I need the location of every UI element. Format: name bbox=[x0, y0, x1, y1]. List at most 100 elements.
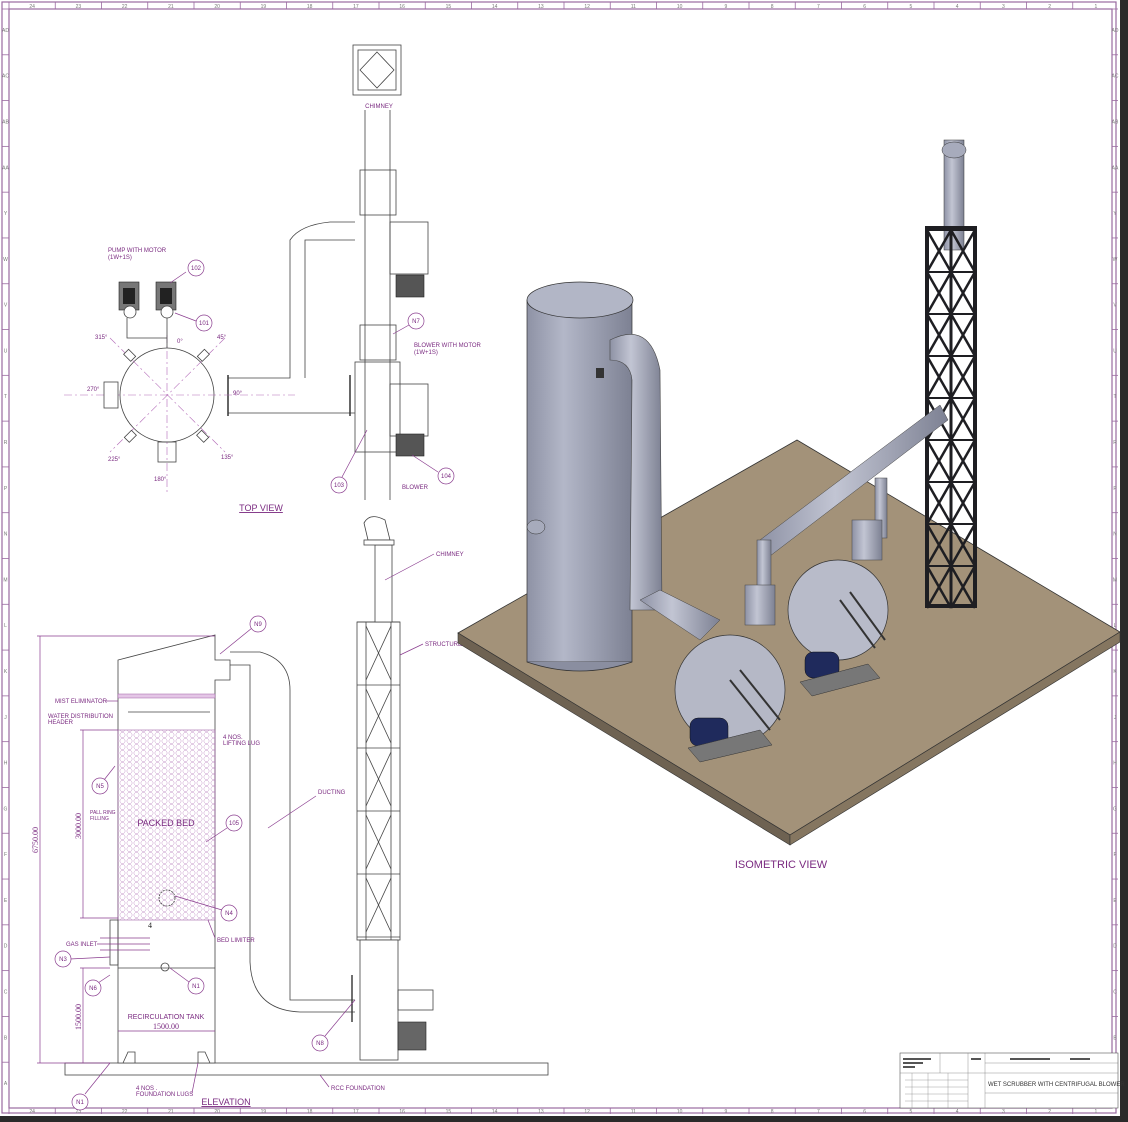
ruler-row-label: C bbox=[4, 990, 8, 996]
ruler-column-label: 17 bbox=[353, 1109, 359, 1115]
ruler-column-label: 20 bbox=[214, 4, 220, 10]
ruler-row-label: L bbox=[4, 623, 7, 629]
ruler-row-label: AC bbox=[1112, 74, 1119, 80]
ruler-row-label: W bbox=[3, 257, 8, 263]
blower-motor-lower bbox=[395, 433, 425, 457]
svg-text:105: 105 bbox=[229, 821, 240, 827]
ruler-row-label: AD bbox=[2, 28, 9, 34]
ruler-column-label: 14 bbox=[492, 4, 498, 10]
engineering-drawing-sheet: 2424232322222121202019191818171716161515… bbox=[0, 0, 1128, 1122]
elevation-blower-motor bbox=[397, 1021, 427, 1051]
ruler-row-label: D bbox=[1113, 944, 1117, 950]
ruler-row-label: U bbox=[4, 348, 8, 354]
ruler-row-label: AA bbox=[1112, 165, 1119, 171]
ruler-column-label: 13 bbox=[538, 4, 544, 10]
structure-label: STRUCTURE bbox=[425, 642, 462, 648]
ruler-row-label: F bbox=[1113, 852, 1116, 858]
svg-text:101: 101 bbox=[199, 321, 210, 327]
ruler-column-label: 21 bbox=[168, 4, 174, 10]
ruler-row-label: W bbox=[1113, 257, 1118, 263]
ruler-row-label: AB bbox=[2, 119, 9, 125]
svg-text:N1: N1 bbox=[76, 1100, 84, 1106]
chimney-structure bbox=[356, 621, 401, 996]
ruler-column-label: 18 bbox=[307, 4, 313, 10]
ruler-row-label: M bbox=[1113, 577, 1117, 583]
ruler-column-label: 3 bbox=[1002, 4, 1005, 10]
ruler-column-label: 20 bbox=[214, 1109, 220, 1115]
ruler-column-label: 12 bbox=[584, 1109, 590, 1115]
ruler-row-label: F bbox=[4, 852, 7, 858]
ruler-column-label: 5 bbox=[909, 1109, 912, 1115]
svg-text:N3: N3 bbox=[59, 957, 67, 963]
ruler-column-label: 24 bbox=[29, 4, 35, 10]
elevation-blower bbox=[359, 939, 399, 1061]
bed-limiter-label: BED LIMITER bbox=[217, 938, 255, 944]
angle-90: 90° bbox=[233, 391, 243, 397]
ruler-row-label: G bbox=[1113, 806, 1117, 812]
dim-total-height: 6750.00 bbox=[31, 827, 40, 853]
svg-text:103: 103 bbox=[334, 483, 345, 489]
ruler-row-label: H bbox=[1113, 761, 1117, 767]
svg-text:104: 104 bbox=[441, 474, 452, 480]
dim-bed-height: 3000.00 bbox=[74, 813, 83, 839]
ruler-row-label: AD bbox=[1112, 28, 1119, 34]
tank-label: RECIRCULATION TANK bbox=[128, 1014, 205, 1021]
ruler-column-label: 15 bbox=[446, 4, 452, 10]
svg-text:N9: N9 bbox=[254, 622, 262, 628]
ruler-column-label: 17 bbox=[353, 4, 359, 10]
elevation-title: ELEVATION bbox=[201, 1097, 250, 1107]
ruler-column-label: 9 bbox=[724, 1109, 727, 1115]
mist-eliminator-label: MIST ELIMINATOR bbox=[55, 699, 108, 705]
pump-config: (1W+1S) bbox=[108, 255, 132, 261]
svg-text:N5: N5 bbox=[96, 784, 104, 790]
ruler-row-label: G bbox=[4, 806, 8, 812]
sheet-edge-bottom bbox=[0, 1116, 1128, 1122]
ruler-column-label: 10 bbox=[677, 4, 683, 10]
dim-tank-width: 1500.00 bbox=[153, 1022, 179, 1031]
ruler-column-label: 22 bbox=[122, 4, 128, 10]
svg-text:N8: N8 bbox=[316, 1041, 324, 1047]
lifting-lug-label-2: LIFTING LUG bbox=[223, 741, 260, 747]
ruler-column-label: 8 bbox=[771, 4, 774, 10]
ruler-column-label: 2 bbox=[1048, 4, 1051, 10]
ruler-row-label: T bbox=[4, 394, 7, 400]
ruler-column-label: 15 bbox=[446, 1109, 452, 1115]
svg-text:N1: N1 bbox=[192, 984, 200, 990]
ruler-column-label: 5 bbox=[909, 4, 912, 10]
ruler-row-label: AA bbox=[2, 165, 9, 171]
drawing-title: WET SCRUBBER WITH CENTRIFUGAL BLOWER bbox=[988, 1082, 1125, 1088]
ruler-column-label: 7 bbox=[817, 1109, 820, 1115]
foundation-lug-label-2: FOUNDATION LUGS bbox=[136, 1092, 193, 1098]
angle-315: 315° bbox=[95, 335, 108, 341]
top-view-title: TOP VIEW bbox=[239, 503, 283, 513]
angle-270: 270° bbox=[87, 387, 100, 393]
ruler-row-label: N bbox=[1113, 532, 1117, 538]
isometric-title: ISOMETRIC VIEW bbox=[735, 859, 828, 871]
title-block: WET SCRUBBER WITH CENTRIFUGAL BLOWER bbox=[899, 1052, 1125, 1109]
mist-eliminator bbox=[117, 693, 216, 699]
pall-ring-label-2: FILLING bbox=[90, 816, 109, 822]
blower-motor-label: BLOWER WITH MOTOR bbox=[414, 343, 482, 349]
ruler-column-label: 19 bbox=[261, 4, 267, 10]
svg-text:N4: N4 bbox=[225, 911, 233, 917]
blower-motor-upper bbox=[395, 274, 425, 298]
rcc-foundation bbox=[64, 1062, 549, 1076]
section-mark: 4 bbox=[148, 921, 152, 930]
ruler-column-label: 9 bbox=[724, 4, 727, 10]
ruler-column-label: 19 bbox=[261, 1109, 267, 1115]
ruler-column-label: 23 bbox=[76, 4, 82, 10]
ruler-row-label: R bbox=[4, 440, 8, 446]
ruler-column-label: 1 bbox=[1094, 1109, 1097, 1115]
ruler-column-label: 1 bbox=[1094, 4, 1097, 10]
angle-0: 0° bbox=[177, 339, 183, 345]
gas-inlet-label: GAS INLET bbox=[66, 942, 98, 948]
ruler-column-label: 4 bbox=[956, 1109, 959, 1115]
elevation-chimney-label: CHIMNEY bbox=[436, 552, 464, 558]
ruler-row-label: T bbox=[1113, 394, 1116, 400]
svg-text:102: 102 bbox=[191, 266, 202, 272]
ruler-row-label: D bbox=[4, 944, 8, 950]
blower-label: BLOWER bbox=[402, 485, 429, 491]
ruler-row-label: R bbox=[1113, 440, 1117, 446]
ruler-column-label: 14 bbox=[492, 1109, 498, 1115]
angle-225: 225° bbox=[108, 457, 121, 463]
